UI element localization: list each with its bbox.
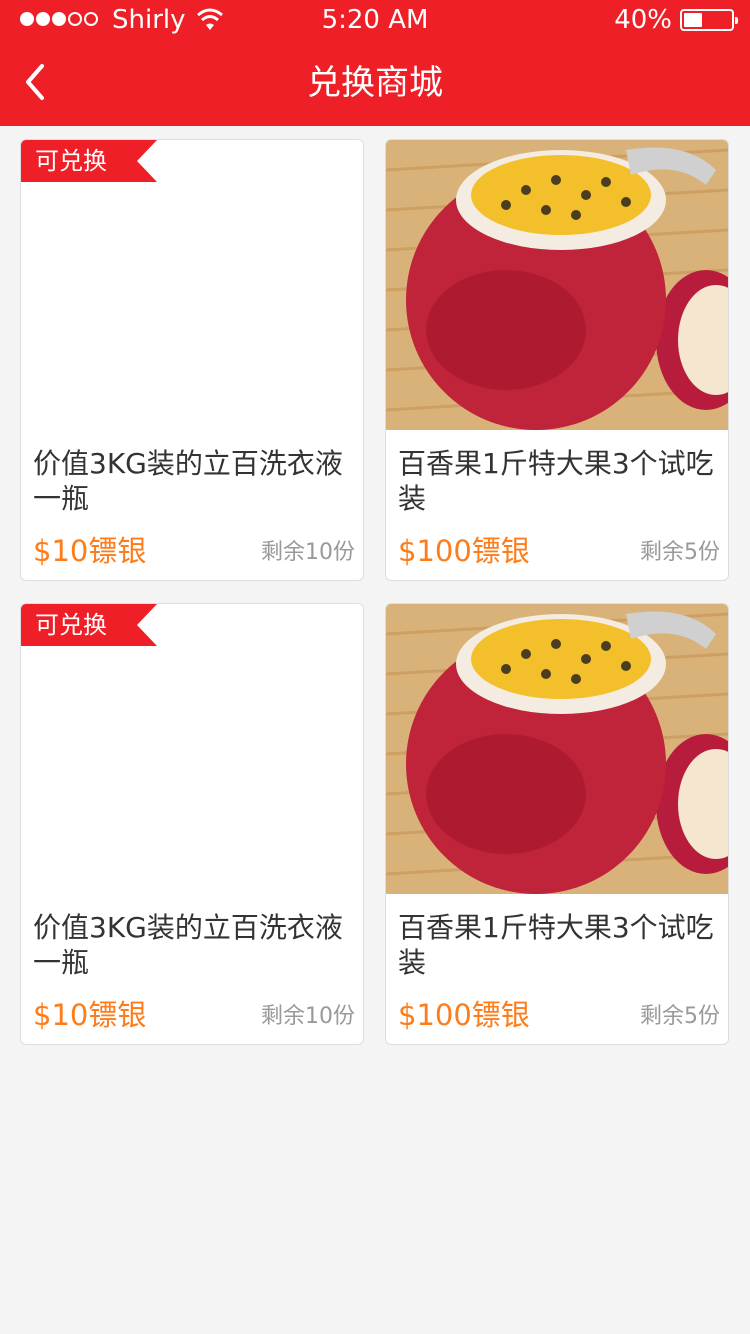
product-name: 百香果1斤特大果3个试吃装 [398,447,714,515]
product-price: $100镖银 [398,998,530,1032]
product-name: 价值3KG装的立百洗衣液一瓶 [33,447,343,515]
product-name: 百香果1斤特大果3个试吃装 [398,911,714,979]
badge-label: 可兑换 [35,147,107,175]
product-price: $10镖银 [33,534,147,568]
product-price: $100镖银 [398,534,530,568]
status-bar: Shirly 5:20 AM 40% [0,0,750,40]
badge-label: 可兑换 [35,611,107,639]
product-remaining: 剩余5份 [640,540,720,565]
nav-bar: 兑换商城 [0,40,750,126]
product-remaining: 剩余10份 [261,540,355,565]
exchangeable-badge: 可兑换 [21,604,137,646]
product-name: 价值3KG装的立百洗衣液一瓶 [33,911,343,979]
page-title: 兑换商城 [307,63,443,103]
battery-percentage: 40% [614,5,672,35]
product-remaining: 剩余10份 [261,1004,355,1029]
detergent-bottle-image: 立白 [21,140,363,430]
header: Shirly 5:20 AM 40% 兑换商城 [0,0,750,126]
exchangeable-badge: 可兑换 [21,140,137,182]
product-card[interactable]: 百香果1斤特大果3个试吃装 $100镖银 剩余5份 [385,603,729,1045]
product-remaining: 剩余5份 [640,1004,720,1029]
product-card[interactable]: 立白 可兑换 价值3KG装的立百洗衣液一瓶 $10镖银 剩余10份 [20,603,364,1045]
passion-fruit-image [386,140,728,430]
passion-fruit-image [386,604,728,894]
product-card[interactable]: 百香果1斤特大果3个试吃装 $100镖银 剩余5份 [385,139,729,581]
battery-icon [680,9,738,31]
product-card[interactable]: 立白 可兑换 价值3KG装的立百洗衣液一瓶 $10镖银 剩余10份 [20,139,364,581]
detergent-bottle-image: 立白 [21,604,363,894]
product-price: $10镖银 [33,998,147,1032]
